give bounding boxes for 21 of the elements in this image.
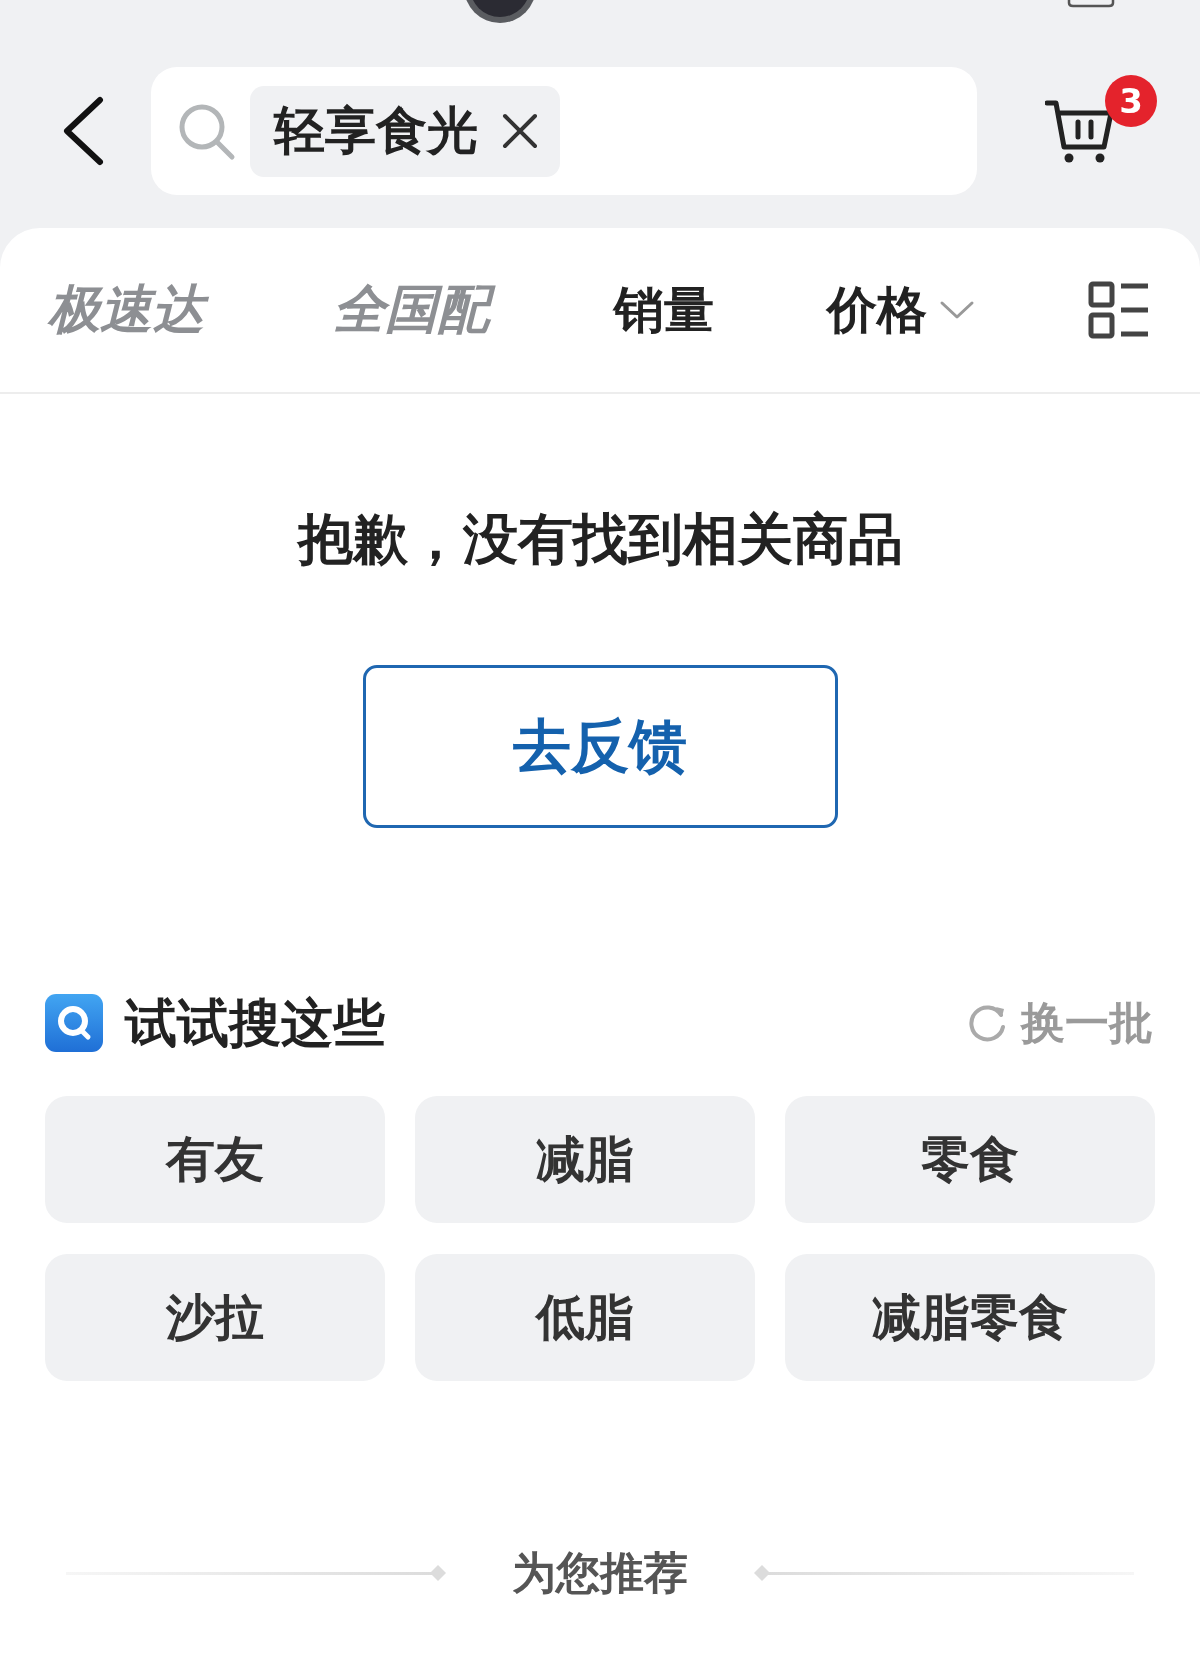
filter-tab[interactable]: 价格 <box>827 277 975 343</box>
search-field[interactable]: 轻享食光 <box>151 67 977 195</box>
recommend-title: 为您推荐 <box>512 1547 688 1600</box>
battery-icon <box>1067 0 1115 8</box>
section-title: 试试搜这些 <box>125 991 385 1055</box>
search-tag[interactable]: 轻享食光 <box>250 85 560 177</box>
search-icon <box>45 994 103 1052</box>
suggestion-chip[interactable]: 低脂 <box>415 1254 755 1381</box>
refresh-icon <box>967 1003 1007 1043</box>
caret-icon <box>939 300 975 320</box>
suggestion-chip[interactable]: 减脂零食 <box>785 1254 1155 1381</box>
suggestion-chip[interactable]: 减脂 <box>415 1096 755 1223</box>
empty-result-message: 抱歉，没有找到相关商品 <box>297 507 903 571</box>
layout-toggle-button[interactable] <box>1088 281 1150 339</box>
feedback-button[interactable]: 去反馈 <box>362 665 838 828</box>
filter-tab[interactable]: 销量 <box>614 277 714 343</box>
suggestion-chip[interactable]: 有友 <box>45 1096 385 1223</box>
cart-count-badge: 3 <box>1105 75 1157 127</box>
suggestion-chip[interactable]: 零食 <box>785 1096 1155 1223</box>
suggestion-chip[interactable]: 沙拉 <box>45 1254 385 1381</box>
close-icon[interactable] <box>502 113 538 149</box>
